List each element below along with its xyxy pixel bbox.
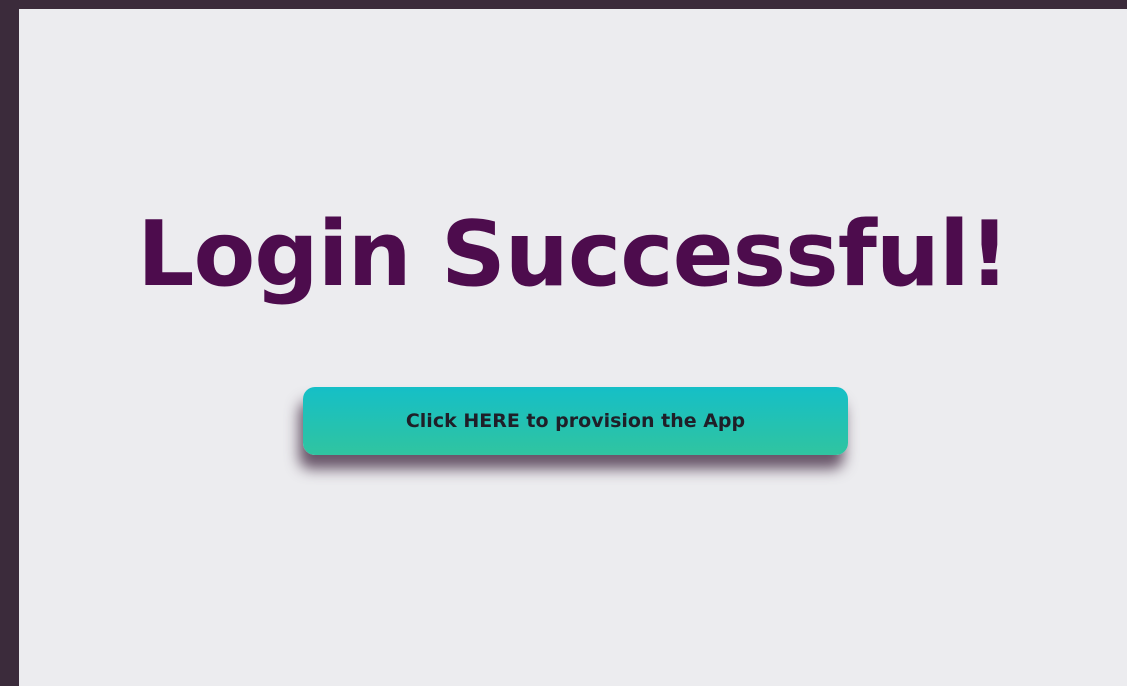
content-panel: Login Successful! Click HERE to provisio… [19, 9, 1127, 686]
page-title: Login Successful! [137, 202, 1010, 307]
window-frame: Login Successful! Click HERE to provisio… [0, 0, 1127, 686]
provision-app-button[interactable]: Click HERE to provision the App [303, 387, 848, 455]
